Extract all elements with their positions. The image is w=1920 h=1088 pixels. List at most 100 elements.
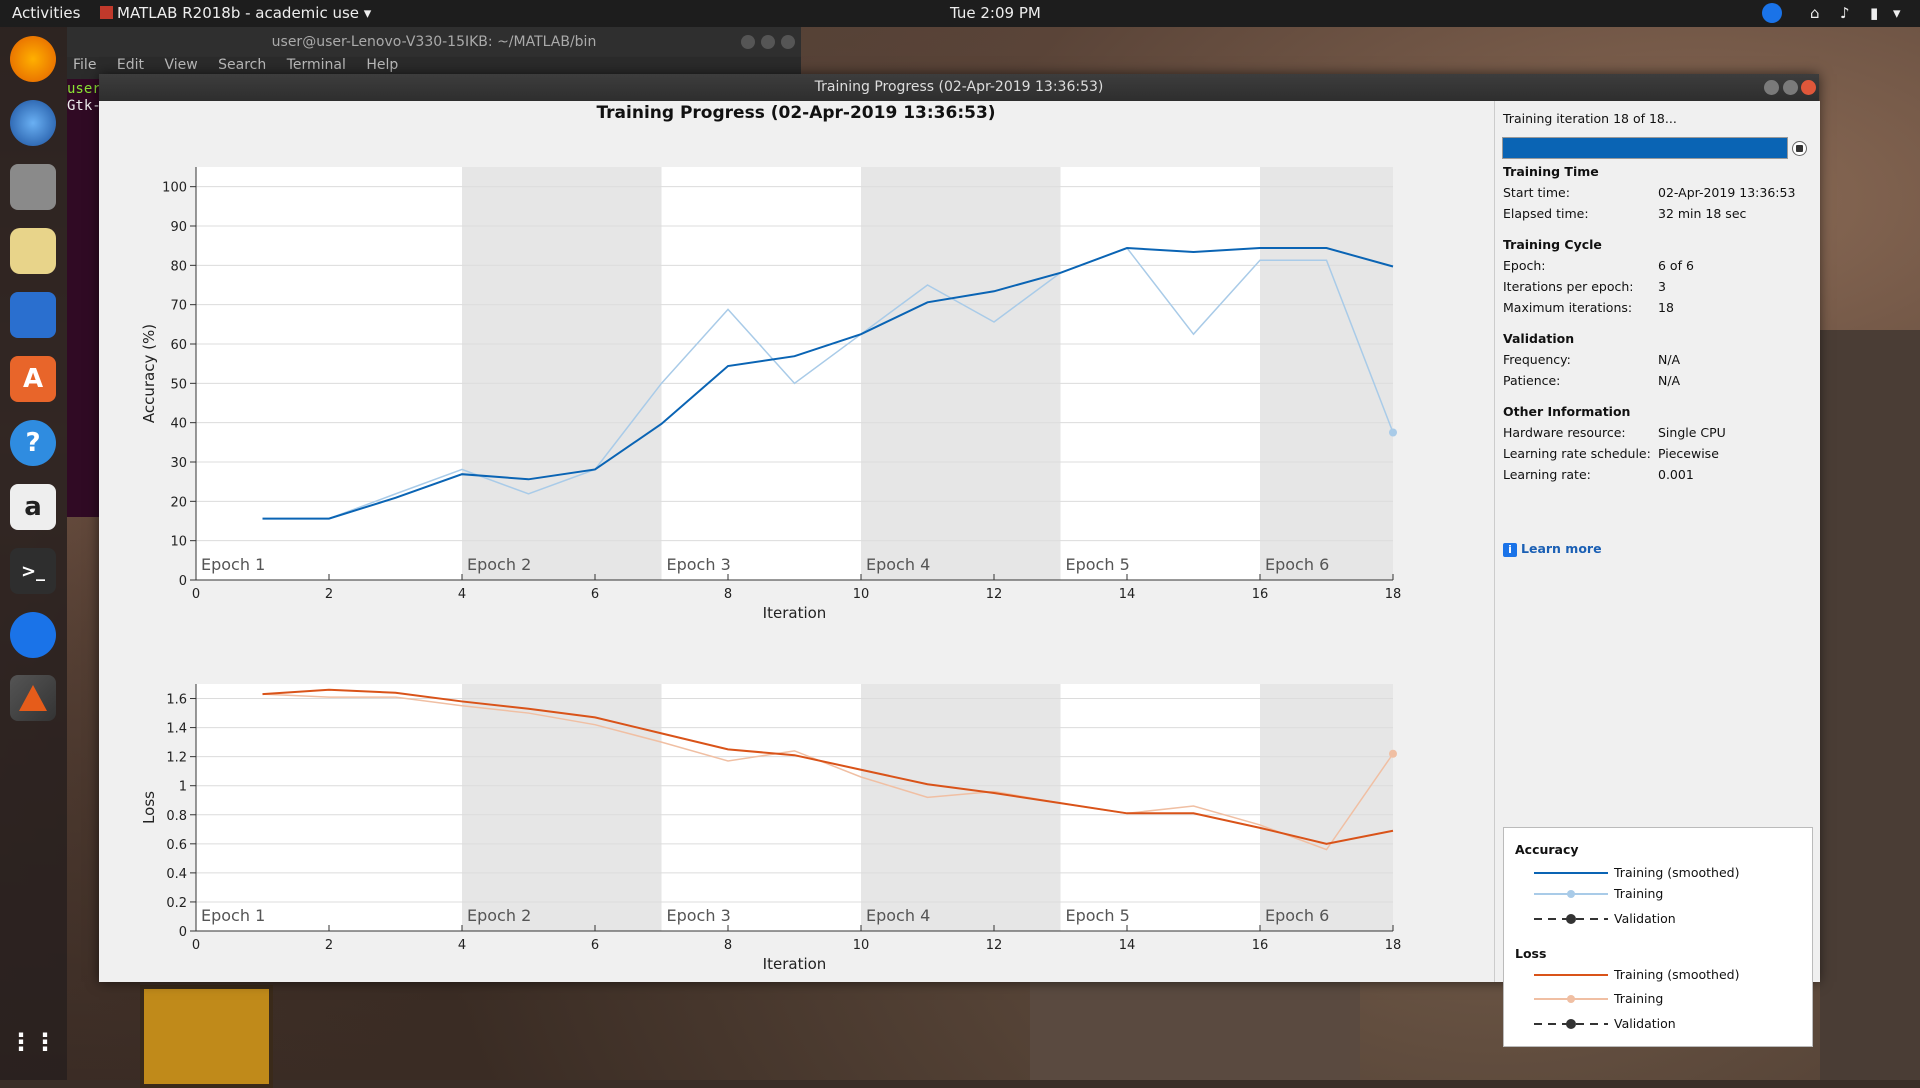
y-tick-label-acc: 50 [170, 377, 187, 392]
terminal-close-button[interactable] [781, 35, 795, 49]
show-applications-icon[interactable]: ⋮⋮ [9, 1019, 57, 1065]
software-center-icon[interactable]: A [10, 356, 56, 402]
x-tick-label-acc: 12 [986, 587, 1003, 602]
epoch-label-acc: Epoch 5 [1066, 555, 1130, 574]
activities-button[interactable]: Activities [12, 4, 80, 22]
info-icon: i [1503, 543, 1517, 557]
firefox-icon[interactable] [10, 36, 56, 82]
legend: Accuracy Training (smoothed) Training Va… [1503, 827, 1813, 1047]
legend-acc-validation-label: Validation [1614, 911, 1676, 926]
files-icon[interactable] [10, 164, 56, 210]
y-tick-label-acc: 30 [170, 456, 187, 471]
validation-heading: Validation [1503, 331, 1575, 346]
battery-icon[interactable]: ▮ [1870, 4, 1878, 22]
volume-icon[interactable]: ♪ [1840, 4, 1850, 22]
thunderbird-icon[interactable] [10, 100, 56, 146]
max-iterations-label: Maximum iterations: [1503, 300, 1633, 315]
help-icon[interactable]: ? [10, 420, 56, 466]
hardware-label: Hardware resource: [1503, 425, 1626, 440]
x-tick-label-loss: 0 [192, 938, 200, 953]
minimize-button[interactable] [1764, 80, 1779, 95]
chevron-down-icon: ▾ [363, 4, 372, 22]
dock: A ? a >_ ⋮⋮ [0, 27, 67, 1080]
x-tick-label-acc: 18 [1385, 587, 1402, 602]
x-tick-label-acc: 10 [853, 587, 870, 602]
matlab-icon[interactable] [10, 675, 56, 721]
legend-loss-raw-marker [1567, 995, 1575, 1003]
learn-more-link[interactable]: i Learn more [1503, 541, 1602, 557]
teamviewer-tray-icon[interactable] [1762, 3, 1782, 23]
writer-icon[interactable] [10, 292, 56, 338]
training-progress-window[interactable]: Training Progress (02-Apr-2019 13:36:53)… [99, 74, 1820, 1047]
info-panel: Training iteration 18 of 18... Training … [1494, 101, 1820, 1047]
training-status: Training iteration 18 of 18... [1503, 111, 1677, 126]
epoch-label-acc: Epoch 6 [1265, 555, 1329, 574]
learn-more-label: Learn more [1521, 541, 1602, 556]
epoch-label-loss: Epoch 1 [201, 906, 265, 925]
legend-swatches [1534, 872, 1608, 1029]
epoch-band-loss [1260, 684, 1393, 931]
window-titlebar[interactable]: Training Progress (02-Apr-2019 13:36:53) [99, 74, 1819, 101]
training-time-heading: Training Time [1503, 164, 1599, 179]
terminal-icon[interactable]: >_ [10, 548, 56, 594]
terminal-menu-help[interactable]: Help [366, 57, 398, 73]
epoch-label-acc: Epoch 2 [467, 555, 531, 574]
plot-background-loss [196, 684, 1393, 931]
y-tick-label-loss: 0 [179, 925, 187, 940]
network-icon[interactable]: ⌂ [1810, 4, 1820, 22]
lr-schedule-value: Piecewise [1658, 446, 1719, 461]
app-menu[interactable]: MATLAB R2018b - academic use ▾ [100, 4, 371, 22]
building-facade [1030, 980, 1360, 1080]
x-tick-label-loss: 18 [1385, 938, 1402, 953]
frequency-label: Frequency: [1503, 352, 1571, 367]
matlab-logo-icon [19, 685, 47, 711]
stop-button[interactable] [1792, 141, 1807, 156]
epoch-label-loss: Epoch 4 [866, 906, 930, 925]
epoch-label-loss: Epoch 2 [467, 906, 531, 925]
building-tower [1820, 330, 1920, 1080]
terminal-max-button[interactable] [761, 35, 775, 49]
start-time-value: 02-Apr-2019 13:36:53 [1658, 185, 1796, 200]
terminal-titlebar[interactable]: user@user-Lenovo-V330-15IKB: ~/MATLAB/bi… [67, 27, 801, 57]
terminal-menu-file[interactable]: File [73, 57, 96, 73]
y-tick-label-acc: 100 [162, 181, 187, 196]
system-menu-chevron-icon[interactable]: ▾ [1893, 4, 1901, 22]
terminal-min-button[interactable] [741, 35, 755, 49]
other-info-heading: Other Information [1503, 404, 1631, 419]
app-menu-label: MATLAB R2018b - academic use [117, 4, 360, 22]
legend-acc-val-marker [1566, 914, 1576, 924]
epoch-label-acc: Epoch 3 [667, 555, 731, 574]
epoch-value: 6 of 6 [1658, 258, 1694, 273]
close-button[interactable] [1801, 80, 1816, 95]
lr-schedule-label: Learning rate schedule: [1503, 446, 1651, 461]
maximize-button[interactable] [1783, 80, 1798, 95]
y-axis-label-acc: Accuracy (%) [140, 324, 158, 423]
y-tick-label-loss: 1.4 [166, 722, 187, 737]
progress-bar [1502, 137, 1788, 159]
epoch-label-acc: Epoch 1 [201, 555, 265, 574]
clock[interactable]: Tue 2:09 PM [950, 4, 1041, 22]
x-tick-label-acc: 14 [1119, 587, 1136, 602]
x-tick-label-acc: 2 [325, 587, 333, 602]
x-tick-label-loss: 8 [724, 938, 732, 953]
patience-value: N/A [1658, 373, 1681, 388]
plot-background-acc [196, 167, 1393, 580]
x-tick-label-loss: 2 [325, 938, 333, 953]
amazon-icon[interactable]: a [10, 484, 56, 530]
terminal-menu-view[interactable]: View [164, 57, 197, 73]
terminal-menu-search[interactable]: Search [218, 57, 266, 73]
hardware-value: Single CPU [1658, 425, 1726, 440]
iterations-per-epoch-value: 3 [1658, 279, 1666, 294]
terminal-menu-terminal[interactable]: Terminal [287, 57, 346, 73]
teamviewer-icon[interactable] [10, 612, 56, 658]
learning-rate-label: Learning rate: [1503, 467, 1591, 482]
frequency-value: N/A [1658, 352, 1681, 367]
y-tick-label-acc: 80 [170, 259, 187, 274]
y-tick-label-acc: 60 [170, 338, 187, 353]
epoch-band-loss [861, 684, 1061, 931]
y-tick-label-loss: 0.4 [166, 867, 187, 882]
y-tick-label-loss: 0.6 [166, 838, 187, 853]
terminal-menu-edit[interactable]: Edit [117, 57, 144, 73]
epoch-band-acc [861, 167, 1061, 580]
rhythmbox-icon[interactable] [10, 228, 56, 274]
